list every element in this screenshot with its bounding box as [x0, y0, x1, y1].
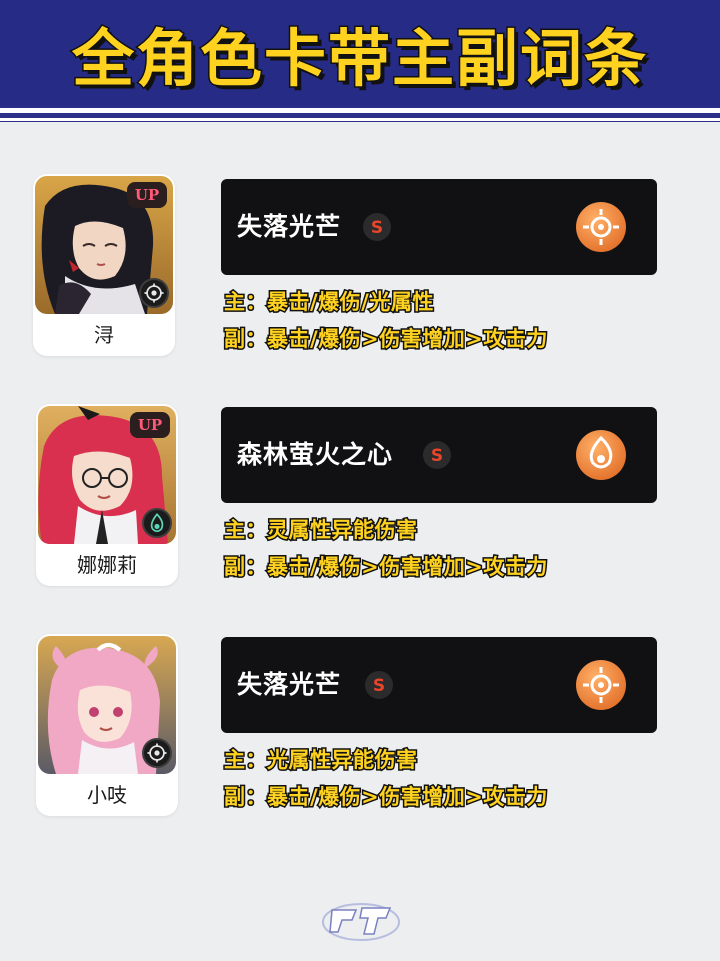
- light-orb-icon: [575, 201, 627, 253]
- svg-text:S: S: [371, 218, 383, 238]
- main-stat-text: 主：光属性异能伤害: [223, 747, 419, 774]
- page-title: 全角色卡带主副词条: [70, 21, 648, 97]
- rarity-s-icon: S: [363, 213, 391, 241]
- item-name: 森林萤火之心: [237, 440, 394, 469]
- character-card-nanali[interactable]: UP 娜娜莉: [36, 404, 178, 586]
- item-name: 失落光芒: [237, 670, 342, 699]
- rarity-s-icon: S: [423, 441, 451, 469]
- sub-stat-text: 副：暴击/爆伤>伤害增加>攻击力: [223, 554, 549, 581]
- light-element-icon: [142, 738, 172, 768]
- character-card-xun[interactable]: UP 浔: [33, 174, 175, 356]
- character-name: 娜娜莉: [77, 553, 137, 577]
- character-name: 浔: [94, 323, 114, 347]
- svg-text:S: S: [373, 676, 385, 696]
- up-badge: UP: [130, 412, 170, 438]
- main-stat-text: 主：暴击/爆伤/光属性: [223, 289, 435, 316]
- character-name: 小吱: [87, 783, 127, 807]
- up-badge: UP: [127, 182, 167, 208]
- sub-stat-text: 副：暴击/爆伤>伤害增加>攻击力: [223, 326, 549, 353]
- item-bar[interactable]: 森林萤火之心 S: [221, 407, 657, 503]
- header-banner: 全角色卡带主副词条: [0, 0, 720, 122]
- svg-text:S: S: [431, 446, 443, 466]
- light-orb-icon: [575, 659, 627, 711]
- character-card-xiaozhi[interactable]: 小吱: [36, 634, 178, 816]
- item-bar[interactable]: 失落光芒 S: [221, 179, 657, 275]
- item-name: 失落光芒: [237, 212, 342, 241]
- header-stripe: [0, 118, 720, 121]
- rarity-s-icon: S: [365, 671, 393, 699]
- spirit-element-icon: [142, 508, 172, 538]
- game-logo: [318, 896, 404, 944]
- header-stripe: [0, 108, 720, 113]
- light-element-icon: [139, 278, 169, 308]
- header-inner: 全角色卡带主副词条: [0, 0, 720, 106]
- sub-stat-text: 副：暴击/爆伤>伤害增加>攻击力: [223, 784, 549, 811]
- item-bar[interactable]: 失落光芒 S: [221, 637, 657, 733]
- main-stat-text: 主：灵属性异能伤害: [223, 517, 419, 544]
- spirit-orb-icon: [575, 429, 627, 481]
